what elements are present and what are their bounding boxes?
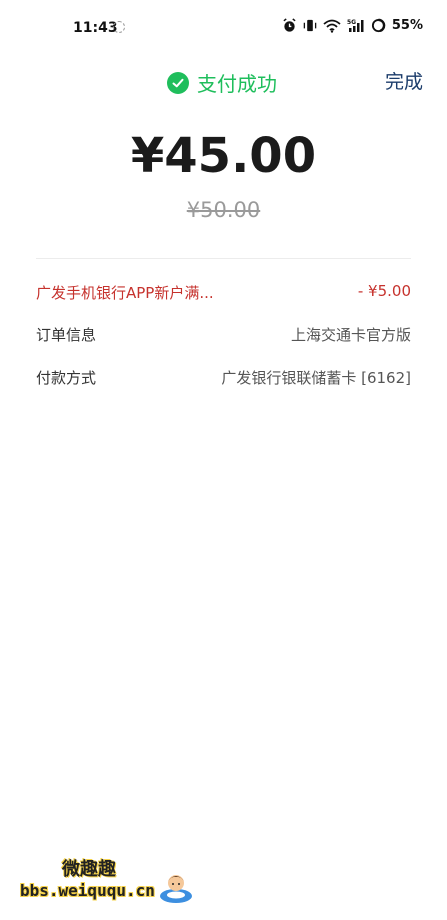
original-amount: ¥50.00 — [186, 198, 261, 222]
discount-row[interactable]: 广发手机银行APP新户满... - ¥5.00 — [36, 278, 411, 308]
payment-method-row[interactable]: 付款方式 广发银行银联储蓄卡 [6162] — [36, 363, 411, 393]
page-title: 支付成功 — [197, 72, 277, 96]
discount-value: - ¥5.00 — [357, 282, 411, 300]
divider — [36, 258, 411, 259]
order-info-label: 订单信息 — [36, 326, 97, 344]
svg-text:5G: 5G — [347, 19, 356, 26]
order-info-value: 上海交通卡官方版 — [290, 326, 411, 344]
vibrate-icon — [303, 19, 317, 32]
success-title: 支付成功 — [167, 68, 277, 97]
status-icons: 5G 55% — [282, 18, 423, 33]
alarm-icon — [283, 18, 296, 32]
notification-icon — [113, 21, 125, 33]
battery-icon — [371, 18, 386, 33]
discount-label: 广发手机银行APP新户满... — [36, 284, 214, 302]
wifi-icon — [323, 19, 341, 33]
done-button[interactable]: 完成 — [385, 67, 423, 94]
watermark-brand: 微趣趣 — [62, 859, 116, 880]
order-info-row[interactable]: 订单信息 上海交通卡官方版 — [36, 320, 411, 350]
mascot-icon — [160, 875, 192, 903]
payment-method-label: 付款方式 — [36, 369, 97, 387]
status-time: 11:43 — [73, 20, 118, 36]
battery-percent: 55% — [391, 18, 423, 33]
watermark-site: bbs.weiququ.cn — [20, 881, 155, 900]
header: 支付成功 完成 — [0, 62, 447, 102]
watermark: 微趣趣 bbs.weiququ.cn — [20, 855, 200, 910]
signal-5g-icon: 5G — [347, 19, 364, 32]
status-bar: 11:43 5G 55% — [0, 0, 447, 58]
paid-amount: ¥45.00 — [130, 128, 317, 184]
payment-method-value: 广发银行银联储蓄卡 [6162] — [221, 369, 411, 387]
check-circle-icon — [167, 71, 189, 94]
